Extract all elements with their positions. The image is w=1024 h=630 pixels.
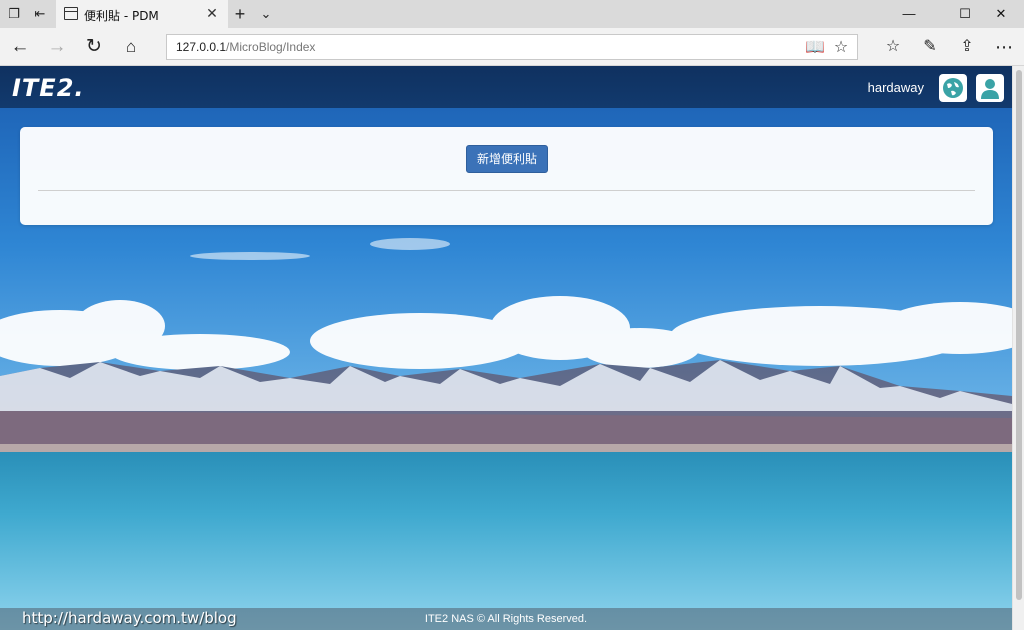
username-label[interactable]: hardaway (868, 80, 924, 95)
tab-title: 便利貼 - PDM (84, 9, 159, 23)
page-favicon-icon (64, 7, 78, 20)
globe-button[interactable] (939, 74, 967, 102)
scrollbar-thumb[interactable] (1016, 70, 1022, 600)
refresh-icon[interactable]: ↻ (82, 35, 106, 59)
browser-tab[interactable]: 便利貼 - PDM ✕ (56, 0, 228, 28)
page-scrollbar[interactable] (1012, 66, 1024, 630)
minimize-button[interactable]: — (886, 0, 932, 28)
globe-icon (943, 78, 963, 98)
panel-divider (38, 190, 975, 191)
page-viewport: ITE2. hardaway 新增便利貼 ITE2 NAS © All Righ… (0, 66, 1012, 630)
forward-arrow-icon[interactable]: → (45, 35, 69, 59)
new-tab-button[interactable]: + (232, 5, 248, 23)
book-icon[interactable]: 📖 (805, 38, 825, 58)
ite2-logo[interactable]: ITE2. (12, 74, 85, 102)
back-arrow-icon[interactable]: ← (8, 35, 32, 59)
tabs-icon[interactable]: ❐ (6, 6, 22, 22)
watermark-text: http://hardaway.com.tw/blog (22, 609, 237, 627)
tab-strip: ❐ ⇤ 便利貼 - PDM ✕ + ⌄ — ☐ ✕ (0, 0, 1024, 28)
navigation-bar: ← → ↻ ⌂ 127.0.0.1/MicroBlog/Index 📖 ☆ ☆ … (0, 28, 1024, 66)
share-icon[interactable]: ⇪ (955, 35, 979, 59)
favorites-list-icon[interactable]: ☆ (881, 35, 905, 59)
app-header: ITE2. hardaway (0, 66, 1012, 108)
home-icon[interactable]: ⌂ (119, 35, 143, 59)
address-bar[interactable]: 127.0.0.1/MicroBlog/Index 📖 ☆ (166, 34, 858, 60)
close-window-button[interactable]: ✕ (978, 0, 1024, 28)
tab-list-chevron-down-icon[interactable]: ⌄ (258, 6, 274, 22)
more-icon[interactable]: ⋯ (992, 35, 1016, 59)
set-aside-icon[interactable]: ⇤ (32, 6, 48, 22)
user-button[interactable] (976, 74, 1004, 102)
user-icon (981, 79, 999, 99)
close-tab-icon[interactable]: ✕ (204, 5, 220, 21)
star-icon[interactable]: ☆ (831, 38, 851, 58)
add-sticky-note-button[interactable]: 新增便利貼 (466, 145, 548, 173)
pen-icon[interactable]: ✎ (918, 35, 942, 59)
address-url[interactable]: 127.0.0.1/MicroBlog/Index (176, 40, 315, 54)
sticky-notes-panel: 新增便利貼 (20, 127, 993, 225)
